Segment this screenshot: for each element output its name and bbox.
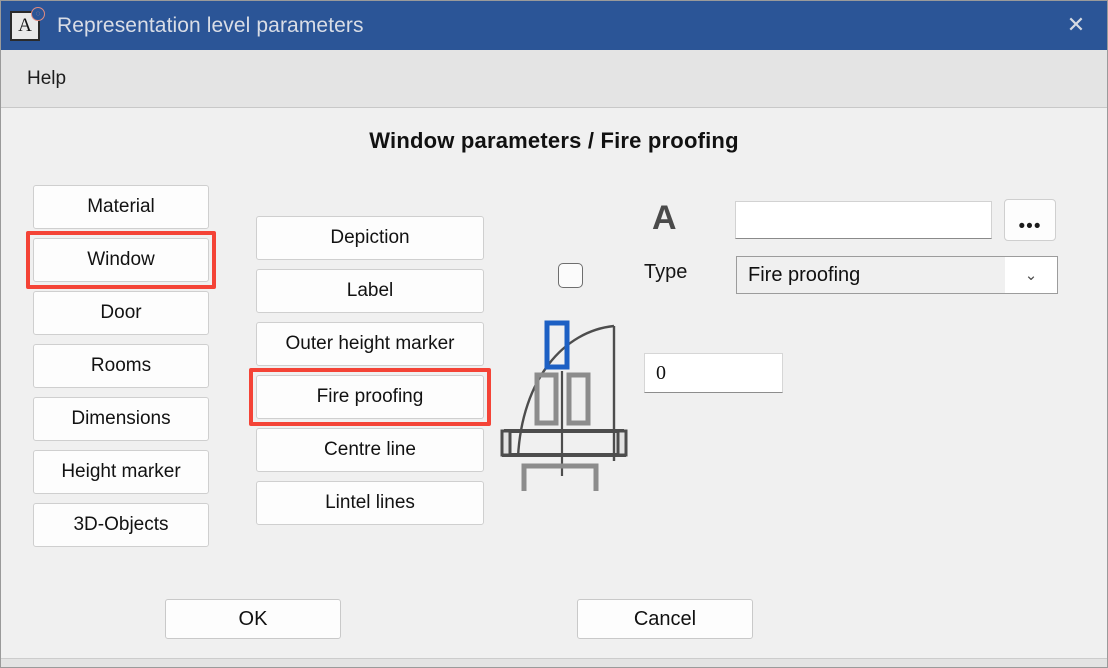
sidebar-item-rooms[interactable]: Rooms (33, 344, 209, 388)
subitem-outer-height-marker[interactable]: Outer height marker (256, 322, 484, 366)
fire-proofing-checkbox[interactable] (558, 263, 583, 288)
subitem-depiction[interactable]: Depiction (256, 216, 484, 260)
subitem-label[interactable]: Label (256, 269, 484, 313)
sidebar-item-window-wrap: Window (26, 231, 216, 289)
type-dropdown[interactable]: Fire proofing ⌄ (736, 256, 1058, 294)
dialog-body: Window parameters / Fire proofing Materi… (1, 108, 1107, 667)
title-bar: A ◌ Representation level parameters ✕ (1, 1, 1107, 50)
category-column-left: Material Window Door Rooms Dimensions He… (26, 185, 216, 547)
subitem-lintel-lines[interactable]: Lintel lines (256, 481, 484, 525)
subitem-outer-height-marker-wrap: Outer height marker (256, 322, 484, 366)
sidebar-item-dimensions-wrap: Dimensions (33, 397, 209, 441)
subitem-lintel-lines-wrap: Lintel lines (256, 481, 484, 525)
text-style-icon: A (652, 199, 677, 237)
status-strip (1, 658, 1107, 667)
type-label: Type (644, 261, 688, 283)
sidebar-item-height-marker[interactable]: Height marker (33, 450, 209, 494)
label-text-input[interactable] (735, 201, 992, 239)
subitem-centre-line[interactable]: Centre line (256, 428, 484, 472)
chevron-down-icon[interactable]: ⌄ (1005, 257, 1057, 293)
subitem-fire-proofing-wrap: Fire proofing (249, 368, 491, 426)
sidebar-item-material-wrap: Material (33, 185, 209, 229)
sidebar-item-window[interactable]: Window (33, 238, 209, 282)
menu-bar: Help (1, 50, 1107, 108)
subitem-label-wrap: Label (256, 269, 484, 313)
subitem-fire-proofing[interactable]: Fire proofing (256, 375, 484, 419)
cancel-button[interactable]: Cancel (577, 599, 753, 639)
app-icon-letter: A (18, 15, 32, 36)
subitem-depiction-wrap: Depiction (256, 216, 484, 260)
browse-button[interactable]: ••• (1004, 199, 1056, 241)
menu-item-help[interactable]: Help (27, 68, 66, 90)
ok-button[interactable]: OK (165, 599, 341, 639)
window-elevation-svg (500, 320, 628, 491)
app-icon-badge: ◌ (31, 6, 45, 21)
page-title: Window parameters / Fire proofing (369, 128, 739, 153)
sidebar-item-material[interactable]: Material (33, 185, 209, 229)
window-title: Representation level parameters (57, 13, 364, 37)
sidebar-item-3d-objects[interactable]: 3D-Objects (33, 503, 209, 547)
window-elevation-preview (494, 309, 634, 499)
label-text-input-field[interactable] (736, 202, 991, 238)
type-dropdown-value: Fire proofing (737, 257, 1005, 293)
offset-number-input[interactable]: 0 (644, 353, 783, 393)
category-column-middle: Depiction Label Outer height marker Fire… (249, 216, 491, 525)
sidebar-item-dimensions[interactable]: Dimensions (33, 397, 209, 441)
close-icon[interactable]: ✕ (1045, 1, 1107, 50)
sidebar-item-3d-objects-wrap: 3D-Objects (33, 503, 209, 547)
dialog-window: A ◌ Representation level parameters ✕ He… (0, 0, 1108, 668)
subitem-centre-line-wrap: Centre line (256, 428, 484, 472)
sidebar-item-rooms-wrap: Rooms (33, 344, 209, 388)
sidebar-item-height-marker-wrap: Height marker (33, 450, 209, 494)
sidebar-item-door-wrap: Door (33, 291, 209, 335)
sidebar-item-door[interactable]: Door (33, 291, 209, 335)
app-icon: A ◌ (10, 6, 45, 41)
